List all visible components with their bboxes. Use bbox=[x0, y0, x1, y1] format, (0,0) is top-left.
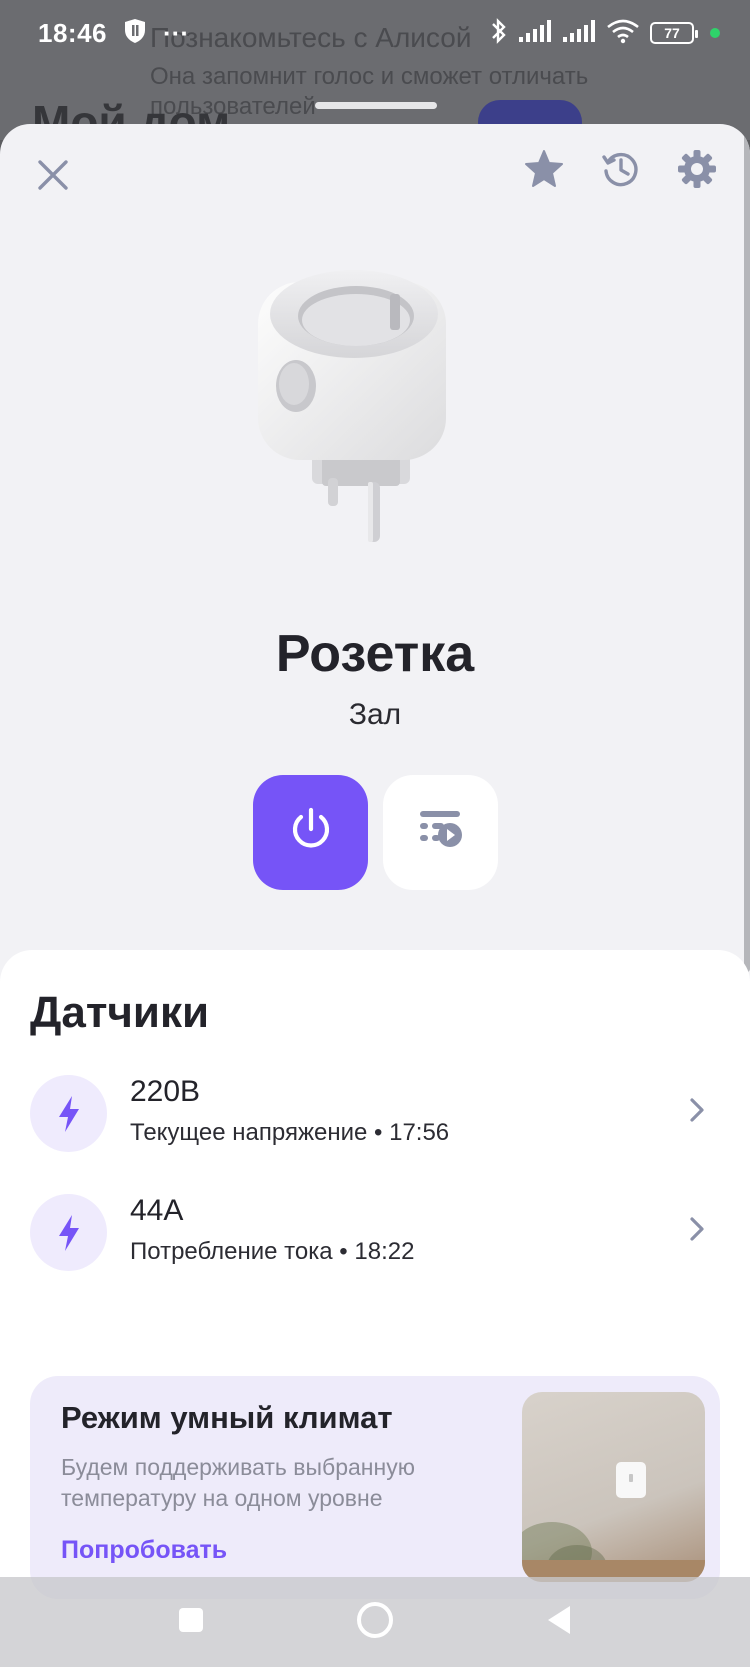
promo-title: Режим умный климат bbox=[61, 1400, 393, 1435]
device-name: Розетка bbox=[275, 625, 475, 683]
smart-plug-image bbox=[258, 270, 446, 542]
power-toggle-button[interactable] bbox=[253, 775, 368, 890]
scenarios-button[interactable] bbox=[383, 775, 498, 890]
privacy-indicator-dot bbox=[710, 28, 720, 38]
back-button[interactable] bbox=[537, 1600, 581, 1644]
power-icon bbox=[289, 807, 333, 858]
signal-icon-2 bbox=[562, 19, 596, 48]
promo-try-link[interactable]: Попробовать bbox=[61, 1536, 227, 1565]
device-room: Зал bbox=[348, 698, 402, 731]
promo-image bbox=[522, 1392, 705, 1582]
sensor-row-current[interactable]: 44А Потребление тока • 18:22 bbox=[0, 1184, 750, 1284]
lightning-icon bbox=[30, 1194, 107, 1271]
more-notifications-icon: ··· bbox=[163, 17, 189, 48]
back-triangle-icon bbox=[544, 1603, 574, 1642]
sensor-description: Потребление тока • 18:22 bbox=[130, 1238, 415, 1265]
close-button[interactable] bbox=[25, 149, 81, 205]
scrollbar[interactable] bbox=[744, 132, 750, 972]
star-icon bbox=[524, 149, 564, 194]
wifi-icon bbox=[606, 18, 640, 49]
lightning-icon bbox=[30, 1075, 107, 1152]
status-time: 18:46 bbox=[38, 17, 107, 48]
sensor-description: Текущее напряжение • 17:56 bbox=[130, 1119, 450, 1146]
sensors-title: Датчики bbox=[30, 988, 210, 1037]
chevron-right-icon bbox=[682, 1095, 712, 1125]
sensor-value: 220В bbox=[130, 1075, 201, 1108]
sensor-row-voltage[interactable]: 220В Текущее напряжение • 17:56 bbox=[0, 1065, 750, 1165]
settings-button[interactable] bbox=[669, 143, 725, 199]
sensor-value: 44А bbox=[130, 1194, 184, 1227]
bluetooth-icon bbox=[490, 17, 508, 50]
system-navigation-bar bbox=[0, 1577, 750, 1667]
shield-icon bbox=[123, 18, 147, 49]
recents-button[interactable] bbox=[169, 1600, 213, 1644]
smart-climate-promo-card[interactable]: Режим умный климат Будем поддерживать вы… bbox=[30, 1376, 720, 1599]
battery-indicator: 77 bbox=[650, 22, 698, 44]
scenario-icon bbox=[418, 809, 464, 856]
history-button[interactable] bbox=[593, 143, 649, 199]
history-icon bbox=[601, 149, 641, 194]
promo-text: Будем поддерживать выбранную температуру… bbox=[61, 1454, 415, 1511]
gear-icon bbox=[677, 149, 717, 194]
chevron-right-icon bbox=[682, 1214, 712, 1244]
status-bar: 18:46 ··· 77 bbox=[0, 0, 750, 66]
home-button[interactable] bbox=[353, 1600, 397, 1644]
square-icon bbox=[177, 1606, 205, 1639]
signal-icon bbox=[518, 19, 552, 48]
close-icon bbox=[36, 158, 70, 197]
sheet-drag-handle[interactable] bbox=[315, 102, 437, 109]
circle-icon bbox=[355, 1600, 395, 1645]
favorite-button[interactable] bbox=[516, 143, 572, 199]
